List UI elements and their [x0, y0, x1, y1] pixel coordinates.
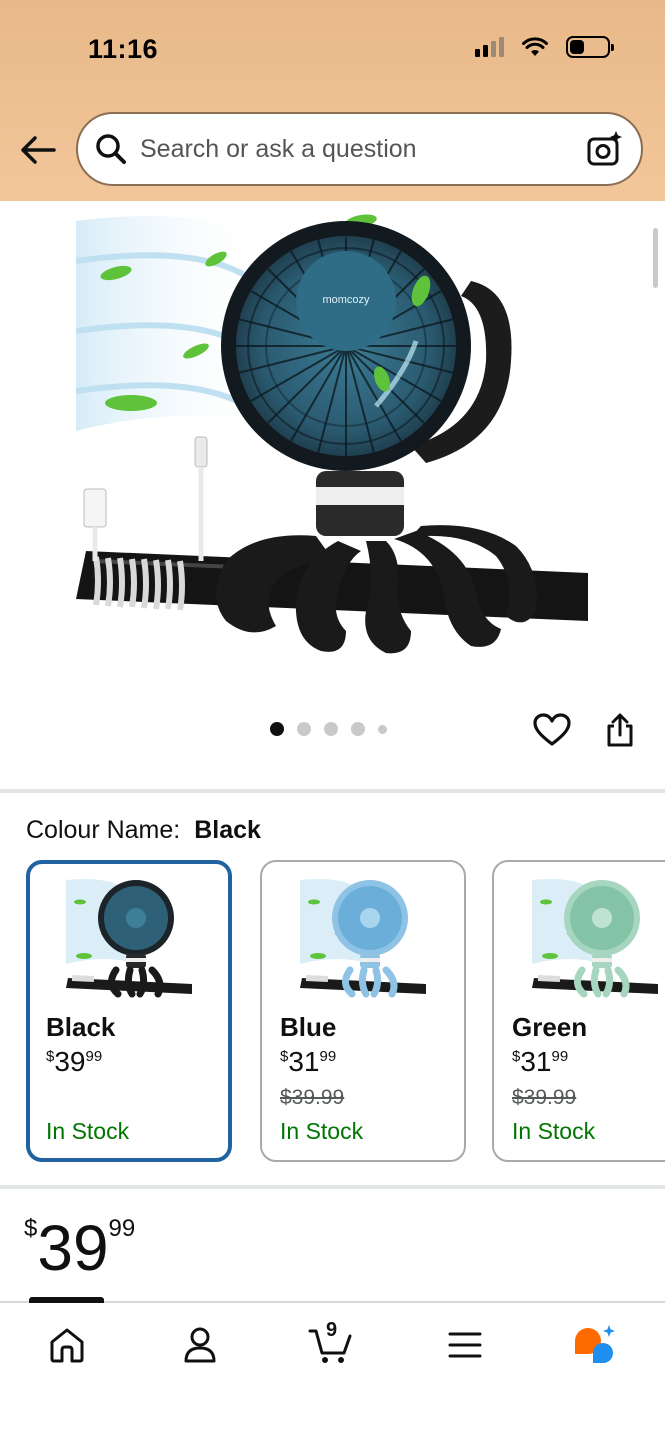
account-icon [184, 1327, 216, 1363]
pagination-dot[interactable] [297, 722, 311, 736]
nav-menu[interactable] [440, 1321, 490, 1369]
variant-thumbnail [532, 879, 658, 998]
nav-account[interactable] [175, 1321, 225, 1369]
battery-icon [566, 36, 614, 58]
wishlist-button[interactable] [532, 710, 572, 750]
variant-thumbnail [300, 879, 426, 998]
top-header: 11:16 [0, 0, 665, 201]
nav-cart[interactable]: 9 [306, 1319, 356, 1369]
variant-name: Black [46, 1012, 116, 1042]
price-whole: 39 [37, 1212, 109, 1284]
status-icons [475, 36, 614, 58]
variant-stock-status: In Stock [46, 1118, 130, 1144]
variant-price: $3999 [46, 1046, 103, 1077]
camera-search-icon[interactable] [585, 129, 625, 169]
variant-swatch-green[interactable]: Green $3199 $39.99 In Stock [492, 860, 665, 1162]
search-input[interactable] [140, 134, 585, 164]
price-fraction: 99 [108, 1215, 136, 1242]
search-bar[interactable] [76, 112, 643, 186]
variant-name: Blue [280, 1012, 337, 1042]
variant-list-price: $39.99 [280, 1086, 345, 1109]
colour-name-value: Black [194, 816, 261, 844]
pagination-dot[interactable] [324, 722, 338, 736]
variant-list-price: $39.99 [512, 1086, 577, 1109]
fan-brand-text: momcozy [322, 294, 370, 306]
menu-icon [448, 1332, 482, 1358]
pagination-dot[interactable] [270, 722, 284, 736]
share-button[interactable] [600, 710, 640, 750]
rufus-assistant-icon [575, 1325, 615, 1363]
variant-swatch-blue[interactable]: Blue $3199 $39.99 In Stock [260, 860, 466, 1162]
search-icon [94, 132, 128, 166]
nav-rufus-assistant[interactable] [570, 1321, 620, 1369]
status-time: 11:16 [88, 34, 159, 64]
cart-count-badge: 9 [326, 1319, 338, 1341]
back-button[interactable] [18, 130, 58, 170]
variant-swatch-black[interactable]: Black $3999 In Stock [26, 860, 232, 1162]
section-divider [0, 1185, 665, 1189]
pagination-dot[interactable] [351, 722, 365, 736]
price-currency: $ [24, 1215, 38, 1242]
variant-stock-status: In Stock [512, 1118, 596, 1144]
cellular-signal-icon [475, 37, 504, 57]
section-divider [0, 789, 665, 793]
product-image[interactable]: momcozy [76, 201, 596, 671]
bottom-navigation: 9 [0, 1297, 665, 1440]
wifi-icon [522, 37, 548, 56]
status-bar: 11:16 [0, 0, 665, 100]
product-price: $3999 [24, 1216, 135, 1280]
nav-active-indicator [29, 1297, 104, 1303]
variant-stock-status: In Stock [280, 1118, 364, 1144]
scroll-indicator[interactable] [653, 228, 658, 288]
variant-name: Green [512, 1012, 588, 1042]
variant-price: $3199 [512, 1046, 569, 1077]
variant-thumbnail [66, 879, 192, 998]
image-pagination-dots[interactable] [270, 722, 387, 736]
colour-name-row: Colour Name: Black [26, 816, 261, 845]
colour-name-label: Colour Name: [26, 816, 181, 844]
back-arrow-icon [21, 136, 56, 164]
nav-home[interactable] [42, 1321, 92, 1369]
variant-price: $3199 [280, 1046, 337, 1077]
share-icon [607, 713, 633, 747]
pagination-dot[interactable] [378, 724, 387, 734]
home-icon [50, 1328, 84, 1363]
heart-icon [533, 713, 571, 746]
